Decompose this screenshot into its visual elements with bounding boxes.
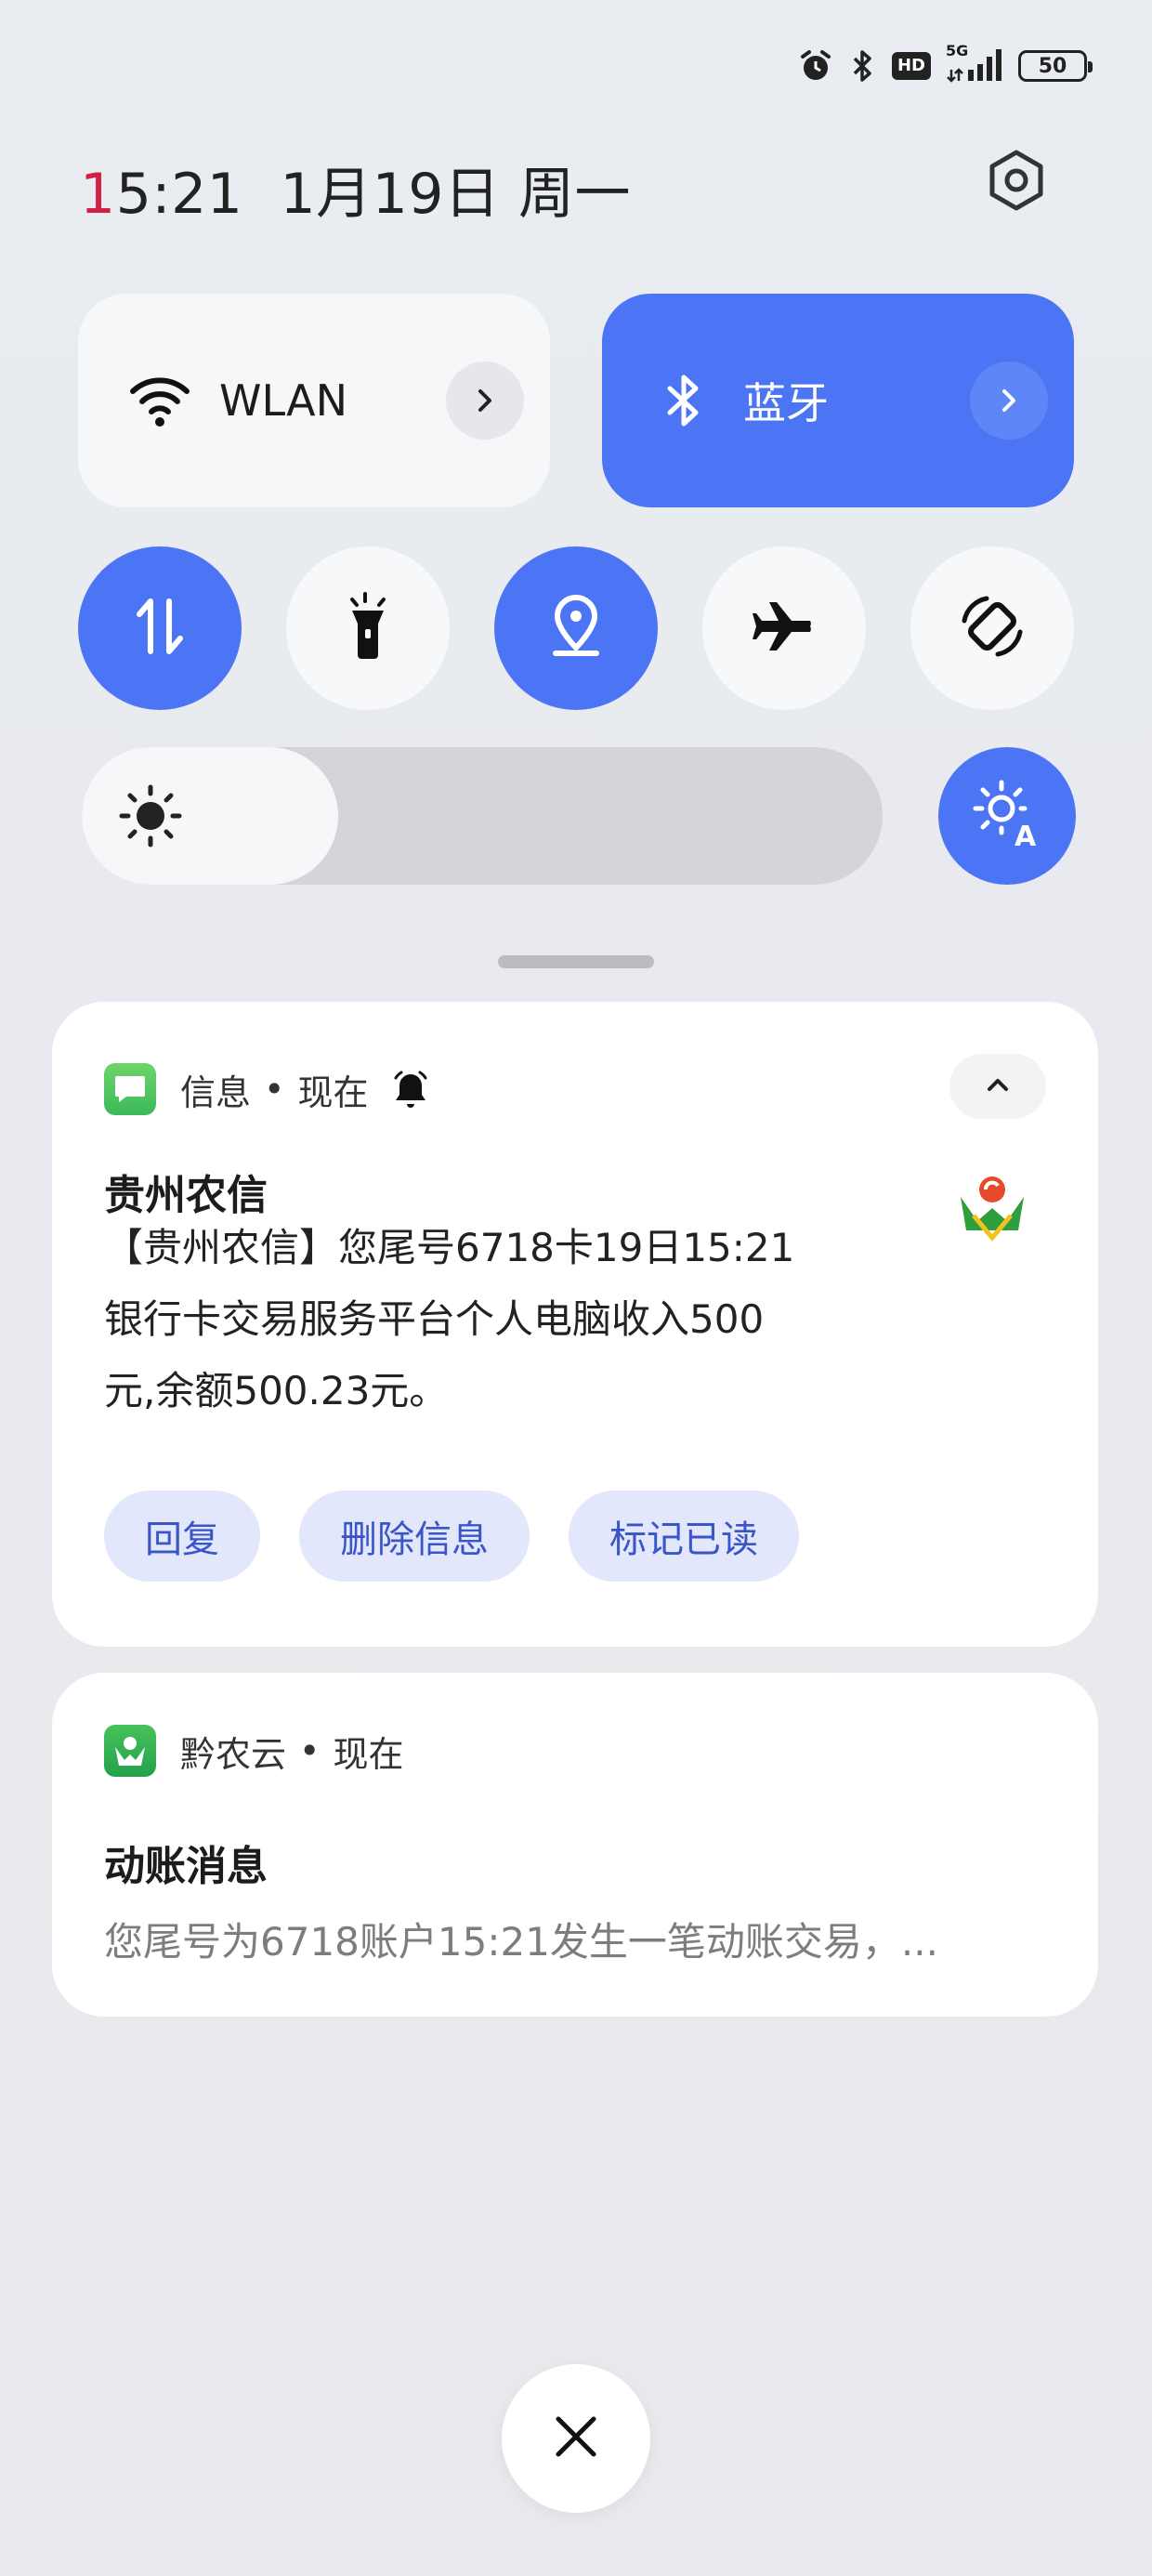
status-bar: HD 5G 50 (797, 42, 1093, 87)
wlan-tile[interactable]: WLAN (78, 294, 550, 507)
chevron-up-icon (984, 1075, 1012, 1097)
location-pin-icon (548, 594, 604, 663)
flashlight-icon (345, 592, 391, 664)
notification-app-name: 信息 (180, 1071, 252, 1113)
clock-date: 15:21 1月19日 周一 (80, 149, 631, 230)
brightness-sun-icon (115, 781, 186, 851)
collapse-button[interactable] (949, 1054, 1046, 1119)
bank-app-notification-card[interactable]: 黔农云 • 现在 动账消息 您尾号为6718账户15:21发生一笔动账交易，..… (52, 1673, 1098, 2017)
battery-level: 50 (1038, 54, 1067, 78)
mark-read-button[interactable]: 标记已读 (569, 1491, 799, 1582)
separator-dot: • (299, 1730, 321, 1771)
close-icon (551, 2412, 601, 2465)
hd-icon: HD (891, 52, 931, 80)
reply-button[interactable]: 回复 (104, 1491, 260, 1582)
notification-title: 动账消息 (104, 1843, 268, 1890)
chevron-right-icon[interactable] (970, 361, 1048, 440)
bluetooth-tile[interactable]: 蓝牙 (602, 294, 1074, 507)
bell-icon (390, 1069, 431, 1110)
auto-brightness-icon: A (972, 779, 1042, 853)
notification-body: 您尾号为6718账户15:21发生一笔动账交易，... (104, 1919, 938, 1965)
flashlight-toggle[interactable] (286, 546, 450, 710)
bluetooth-icon (650, 367, 717, 434)
notification-actions: 回复 删除信息 标记已读 (104, 1491, 799, 1582)
alarm-icon (797, 47, 834, 85)
sms-notification-card[interactable]: 信息 • 现在 贵州农信 【贵州农信】您尾号6718卡19日15:21 银行卡交… (52, 1002, 1098, 1647)
wlan-label: WLAN (219, 375, 348, 426)
notification-time: 现在 (297, 1071, 369, 1113)
clear-all-button[interactable] (502, 2364, 650, 2513)
battery-icon: 50 (1018, 50, 1093, 82)
svg-text:A: A (1015, 821, 1037, 849)
gear-icon[interactable] (985, 149, 1048, 212)
mobile-data-toggle[interactable] (78, 546, 242, 710)
location-toggle[interactable] (494, 546, 658, 710)
notification-time: 现在 (333, 1733, 404, 1775)
separator-dot: • (264, 1069, 285, 1110)
body-line: 元,余额500.23元。 (104, 1368, 449, 1413)
notification-app-name: 黔农云 (180, 1733, 287, 1775)
airplane-toggle[interactable] (702, 546, 866, 710)
messages-app-icon (104, 1063, 156, 1115)
notification-header: 信息 • 现在 (104, 1063, 431, 1115)
body-line: 银行卡交易服务平台个人电脑收入500 (104, 1296, 765, 1342)
brightness-slider[interactable] (82, 747, 883, 885)
delete-message-button[interactable]: 删除信息 (299, 1491, 530, 1582)
rotate-icon (959, 593, 1026, 664)
notification-header: 黔农云 • 现在 (104, 1725, 403, 1777)
bluetooth-icon (849, 47, 877, 85)
notification-body: 【贵州农信】您尾号6718卡19日15:21 银行卡交易服务平台个人电脑收入50… (104, 1212, 903, 1426)
body-line: 【贵州农信】您尾号6718卡19日15:21 (104, 1225, 795, 1270)
data-arrows-icon (132, 594, 188, 663)
date-label: 1月19日 周一 (280, 162, 632, 227)
rural-credit-logo-icon (955, 1169, 1029, 1243)
5g-signal-icon: 5G (946, 42, 1003, 85)
wifi-icon (126, 367, 193, 434)
chevron-right-icon[interactable] (446, 361, 524, 440)
clock-first-digit: 1 (80, 162, 116, 227)
drag-handle[interactable] (498, 955, 654, 968)
qiannongyun-app-icon (104, 1725, 156, 1777)
network-label: 5G (946, 42, 969, 59)
auto-brightness-toggle[interactable]: A (938, 747, 1076, 885)
auto-rotate-toggle[interactable] (910, 546, 1074, 710)
clock-time: 5:21 (115, 162, 243, 227)
bluetooth-label: 蓝牙 (743, 378, 829, 428)
airplane-icon (751, 598, 818, 658)
